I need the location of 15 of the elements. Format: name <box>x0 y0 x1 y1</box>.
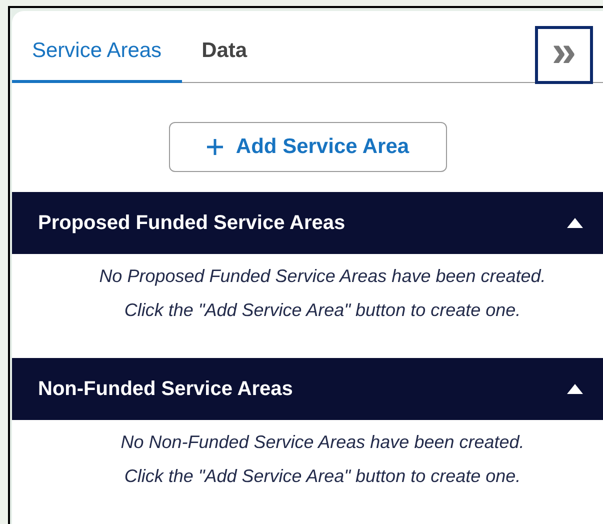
section-title: Proposed Funded Service Areas <box>38 211 346 236</box>
plus-icon <box>206 138 224 156</box>
collapse-caret-icon[interactable] <box>567 218 583 228</box>
collapse-caret-icon[interactable] <box>567 384 583 394</box>
tab[interactable]: Service Areas <box>12 34 182 83</box>
tab[interactable]: Data <box>182 34 268 83</box>
section-title: Non-Funded Service Areas <box>38 377 293 402</box>
empty-message: Click the "Add Service Area" button to create one. <box>124 465 521 488</box>
add-service-area-button[interactable]: Add Service Area <box>168 122 446 172</box>
section-header[interactable]: Proposed Funded Service Areas <box>12 192 603 254</box>
section-header[interactable]: Non-Funded Service Areas <box>12 358 603 420</box>
collapse-button[interactable]: » <box>535 26 593 84</box>
empty-message: No Non-Funded Service Areas have been created. <box>120 431 524 454</box>
empty-message: Click the "Add Service Area" button to create one. <box>124 299 521 322</box>
empty-message: No Proposed Funded Service Areas have been created. <box>99 265 546 288</box>
